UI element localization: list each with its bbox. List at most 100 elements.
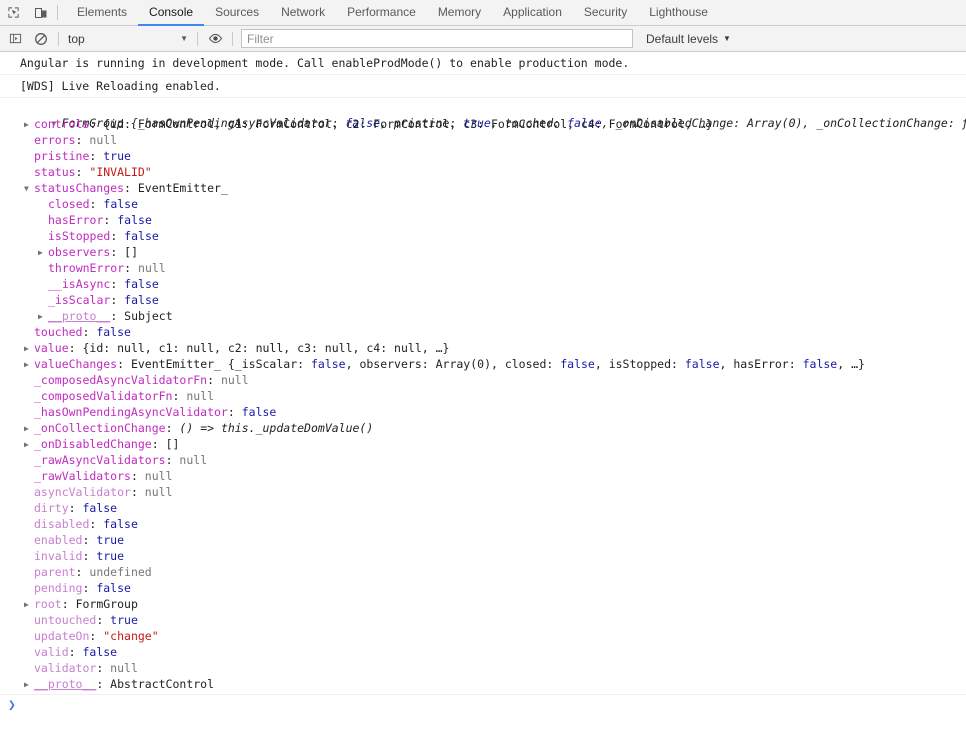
property-colon: : bbox=[82, 581, 97, 595]
tab-network[interactable]: Network bbox=[270, 0, 336, 26]
disclosure-triangle-icon[interactable]: ▶ bbox=[24, 341, 34, 357]
property-value: "INVALID" bbox=[89, 165, 152, 179]
property-name: __proto__ bbox=[48, 309, 111, 323]
property-colon: : bbox=[89, 197, 104, 211]
tab-elements[interactable]: Elements bbox=[66, 0, 138, 26]
filterbar-divider-1 bbox=[58, 31, 59, 46]
property-name: _rawValidators bbox=[34, 469, 131, 483]
tab-console[interactable]: Console bbox=[138, 0, 205, 26]
object-property-row: ▶untouched: true bbox=[0, 612, 966, 628]
tab-performance[interactable]: Performance bbox=[336, 0, 427, 26]
property-value: "change" bbox=[103, 629, 159, 643]
inspect-cursor-icon[interactable] bbox=[0, 0, 27, 25]
object-property-row: ▶thrownError: null bbox=[0, 260, 966, 276]
object-property-row: ▶_isScalar: false bbox=[0, 292, 966, 308]
property-colon: : bbox=[89, 117, 104, 131]
disclosure-triangle-icon[interactable]: ▶ bbox=[24, 677, 34, 693]
tab-application[interactable]: Application bbox=[492, 0, 573, 26]
tab-memory[interactable]: Memory bbox=[427, 0, 492, 26]
object-property-row[interactable]: ▶ value: {id: null, c1: null, c2: null, c… bbox=[0, 340, 966, 356]
object-property-row[interactable]: ▶ __proto__: Subject bbox=[0, 308, 966, 324]
object-property-row: ▶closed: false bbox=[0, 196, 966, 212]
disclosure-triangle-icon[interactable]: ▶ bbox=[24, 357, 34, 373]
disclosure-triangle-icon[interactable]: ▶ bbox=[24, 597, 34, 613]
object-group-header[interactable]: ▼ FormGroup {_hasOwnPendingAsyncValidator… bbox=[0, 99, 966, 130]
live-expression-eye-icon[interactable] bbox=[202, 28, 228, 50]
object-property-row: ▶enabled: true bbox=[0, 532, 966, 548]
property-name: statusChanges bbox=[34, 181, 125, 195]
disclosure-triangle-icon[interactable]: ▶ bbox=[38, 245, 48, 261]
property-name: isStopped bbox=[48, 229, 111, 243]
object-property-row[interactable]: ▶ observers: [] bbox=[0, 244, 966, 260]
row-indent-spacer: ▶ bbox=[24, 485, 34, 501]
object-property-row[interactable]: ▶ root: FormGroup bbox=[0, 596, 966, 612]
tab-sources[interactable]: Sources bbox=[204, 0, 270, 26]
property-value-part: false bbox=[802, 357, 838, 371]
property-colon: : bbox=[75, 165, 90, 179]
object-property-row: ▶_hasOwnPendingAsyncValidator: false bbox=[0, 404, 966, 420]
disclosure-triangle-icon[interactable]: ▶ bbox=[24, 437, 34, 453]
object-property-row[interactable]: ▶ __proto__: AbstractControl bbox=[0, 676, 966, 692]
object-property-row[interactable]: ▶ _onDisabledChange: [] bbox=[0, 436, 966, 452]
console-prompt[interactable]: ❯ bbox=[0, 695, 966, 717]
row-indent-spacer: ▶ bbox=[24, 645, 34, 661]
property-colon: : bbox=[89, 629, 104, 643]
property-value-part: , isStopped: bbox=[594, 357, 685, 371]
property-value: {id: FormControl, c1: FormControl, c2: F… bbox=[103, 117, 713, 131]
property-value: false bbox=[241, 405, 277, 419]
object-property-row: ▶updateOn: "change" bbox=[0, 628, 966, 644]
row-indent-spacer: ▶ bbox=[24, 165, 34, 181]
property-colon: : bbox=[110, 277, 125, 291]
property-name: __proto__ bbox=[34, 677, 97, 691]
disclosure-triangle-icon[interactable]: ▶ bbox=[38, 309, 48, 325]
toolbar-divider bbox=[57, 5, 58, 20]
property-value: false bbox=[124, 293, 159, 307]
property-value: null bbox=[138, 261, 166, 275]
console-message: [WDS] Live Reloading enabled. bbox=[0, 75, 966, 98]
property-value: null bbox=[144, 469, 173, 483]
disclosure-triangle-icon[interactable]: ▶ bbox=[24, 421, 34, 437]
property-name: validator bbox=[34, 661, 97, 675]
property-value-part: EventEmitter_ {_isScalar: bbox=[130, 357, 311, 371]
panel-tabs: Elements Console Sources Network Perform… bbox=[66, 0, 719, 26]
row-indent-spacer: ▶ bbox=[38, 277, 48, 293]
chevron-down-icon: ▼ bbox=[723, 34, 731, 43]
row-indent-spacer: ▶ bbox=[38, 229, 48, 245]
property-value: null bbox=[220, 373, 249, 387]
object-property-row: ▶dirty: false bbox=[0, 500, 966, 516]
property-colon: : bbox=[165, 453, 180, 467]
property-name: errors bbox=[34, 133, 76, 147]
property-value: false bbox=[82, 501, 118, 515]
property-colon: : bbox=[110, 293, 125, 307]
object-property-row[interactable]: ▶ _onCollectionChange: () => this._update… bbox=[0, 420, 966, 436]
disclosure-triangle-icon[interactable]: ▼ bbox=[24, 181, 34, 197]
row-indent-spacer: ▶ bbox=[38, 213, 48, 229]
object-property-row[interactable]: ▼ statusChanges: EventEmitter_ bbox=[0, 180, 966, 196]
property-value-part: , …} bbox=[837, 357, 865, 371]
object-group[interactable]: ▼ FormGroup {_hasOwnPendingAsyncValidator… bbox=[0, 98, 966, 695]
disclosure-triangle-icon[interactable]: ▶ bbox=[24, 117, 34, 133]
execution-context-select[interactable]: top ▼ bbox=[63, 29, 193, 49]
property-colon: : bbox=[117, 357, 131, 371]
row-indent-spacer: ▶ bbox=[24, 629, 34, 645]
object-property-row: ▶_composedValidatorFn: null bbox=[0, 388, 966, 404]
console-output[interactable]: Angular is running in development mode. … bbox=[0, 52, 966, 730]
property-value: false bbox=[124, 229, 159, 243]
log-levels-dropdown[interactable]: Default levels ▼ bbox=[646, 32, 731, 46]
execution-context-label: top bbox=[68, 31, 85, 46]
filterbar-divider-3 bbox=[232, 31, 233, 46]
console-sidebar-icon[interactable] bbox=[2, 28, 28, 50]
tab-lighthouse[interactable]: Lighthouse bbox=[638, 0, 719, 26]
row-indent-spacer: ▶ bbox=[24, 469, 34, 485]
property-value: false bbox=[124, 277, 159, 291]
filter-input[interactable] bbox=[241, 29, 633, 48]
clear-console-icon[interactable] bbox=[28, 28, 54, 50]
property-name: disabled bbox=[34, 517, 90, 531]
property-name: _isScalar bbox=[48, 293, 111, 307]
tab-security[interactable]: Security bbox=[573, 0, 638, 26]
property-colon: : bbox=[124, 261, 139, 275]
object-property-row[interactable]: ▶ valueChanges: EventEmitter_ {_isScalar:… bbox=[0, 356, 966, 372]
property-value-part: , observers: Array(0), closed: bbox=[345, 357, 561, 371]
device-toolbar-icon[interactable] bbox=[27, 0, 54, 25]
property-value: null bbox=[179, 453, 208, 467]
